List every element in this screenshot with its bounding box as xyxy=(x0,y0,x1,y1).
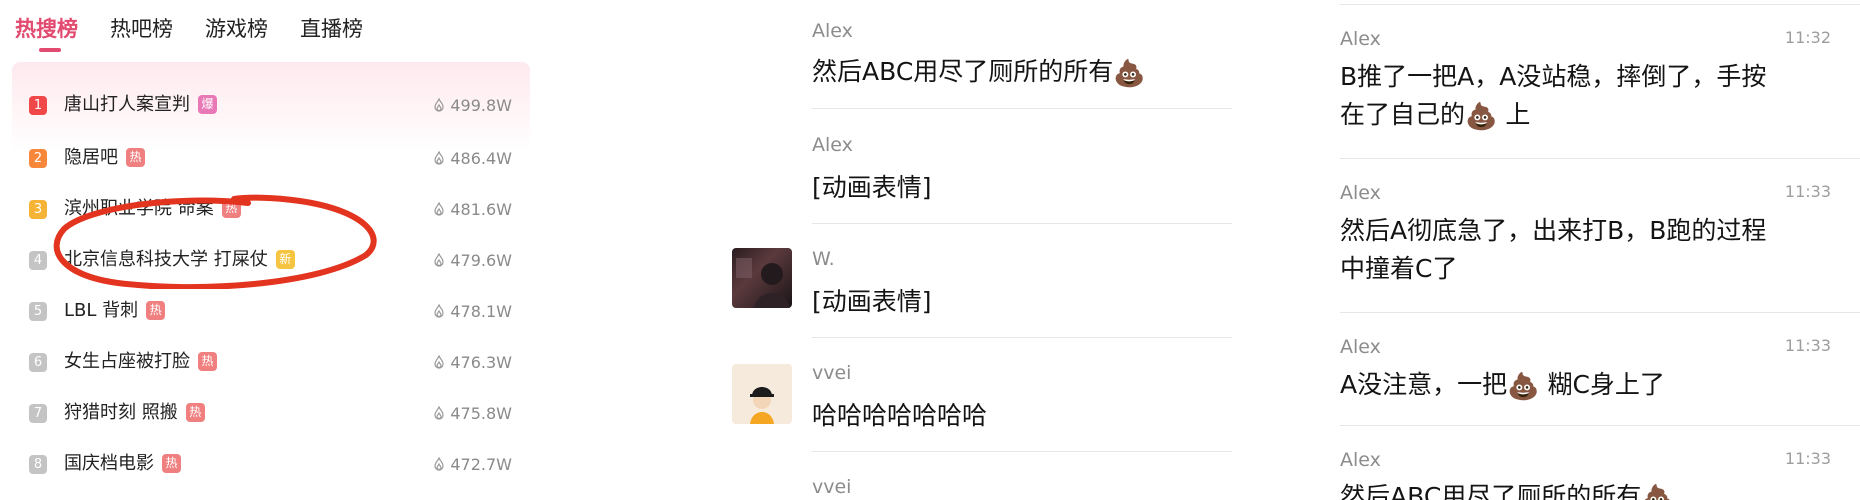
divider xyxy=(812,223,1232,224)
rank-badge: 4 xyxy=(29,250,47,270)
hot-tag-badge: 新 xyxy=(275,250,295,269)
rank-badge: 5 xyxy=(29,301,47,321)
heat-value: 481.6W xyxy=(433,200,512,219)
rank-badge: 7 xyxy=(29,403,47,423)
hot-title: 狩猎时刻 照搬热 xyxy=(64,401,205,425)
flame-icon xyxy=(434,253,444,267)
timestamp: 11:33 xyxy=(1784,449,1831,468)
message-text: 哈哈哈哈哈哈哈 xyxy=(812,401,988,430)
hot-title: LBL 背刺热 xyxy=(64,299,166,323)
flame-icon xyxy=(434,457,444,471)
heat-value: 475.8W xyxy=(433,404,512,423)
sender-name: Alex xyxy=(812,134,853,156)
message-text: 然后ABC用尽了厕所的所有💩 xyxy=(812,57,1146,89)
tab-live[interactable]: 直播榜 xyxy=(300,14,363,44)
hot-tag-badge: 热 xyxy=(198,352,217,371)
rank-badge: 8 xyxy=(29,454,47,474)
heat-value: 479.6W xyxy=(433,251,512,270)
hot-title: 唐山打人案宣判爆 xyxy=(64,93,217,117)
list-item[interactable]: 2 隐居吧热 486.4W xyxy=(0,138,530,178)
hot-title: 国庆档电影热 xyxy=(64,452,181,476)
hot-title: 北京信息科技大学 打屎仗新 xyxy=(64,248,295,272)
hot-tag-badge: 爆 xyxy=(198,95,217,114)
sender-name: Alex xyxy=(1340,336,1381,358)
divider xyxy=(1340,312,1860,313)
list-item[interactable]: 5 LBL 背刺热 478.1W xyxy=(0,291,530,331)
poop-emoji-icon: 💩 xyxy=(1507,372,1540,402)
tab-hot-bar[interactable]: 热吧榜 xyxy=(110,14,173,44)
message-text: [动画表情] xyxy=(812,173,932,202)
tab-hot-search[interactable]: 热搜榜 xyxy=(15,14,78,52)
message-text: [动画表情] xyxy=(812,287,932,316)
message-text: 然后A彻底急了，出来打B，B跑的过程 中撞着C了 xyxy=(1340,216,1767,283)
timestamp: 11:33 xyxy=(1784,336,1831,355)
message-text: B推了一把A，A没站稳，摔倒了，手按 在了自己的💩 上 xyxy=(1340,62,1767,132)
timestamp: 11:32 xyxy=(1784,28,1831,47)
sender-name: Alex xyxy=(1340,28,1381,50)
list-item[interactable]: 6 女生占座被打脸热 476.3W xyxy=(0,342,530,382)
avatar[interactable] xyxy=(732,248,792,308)
divider xyxy=(1340,4,1860,5)
message-text: A没注意，一把💩 糊C身上了 xyxy=(1340,370,1665,402)
message-text: 然后ABC用尽了厕所的所有💩 xyxy=(1340,478,1840,500)
sender-name: W. xyxy=(812,248,835,270)
heat-value: 472.7W xyxy=(433,455,512,474)
heat-value: 478.1W xyxy=(433,302,512,321)
hot-tag-badge: 热 xyxy=(146,301,166,320)
list-item[interactable]: 1 唐山打人案宣判爆 499.8W xyxy=(0,85,530,125)
hot-tag-badge: 热 xyxy=(185,403,205,422)
sender-name: Alex xyxy=(1340,449,1381,471)
chat-panel-right: Alex 11:32 B推了一把A，A没站稳，摔倒了，手按 在了自己的💩 上 A… xyxy=(1300,0,1860,500)
flame-icon xyxy=(434,304,444,318)
hot-title: 隐居吧热 xyxy=(64,146,145,170)
list-item[interactable]: 7 狩猎时刻 照搬热 475.8W xyxy=(0,393,530,433)
avatar[interactable] xyxy=(732,364,792,424)
rank-badge: 6 xyxy=(29,352,47,372)
poop-emoji-icon: 💩 xyxy=(1113,59,1146,89)
flame-icon xyxy=(434,355,444,369)
gutter xyxy=(1270,0,1300,500)
divider xyxy=(1340,425,1860,426)
sender-name: Alex xyxy=(1340,182,1381,204)
divider xyxy=(1340,158,1860,159)
hot-title: 女生占座被打脸热 xyxy=(64,350,217,374)
rank-badge: 1 xyxy=(29,95,47,115)
heat-value: 499.8W xyxy=(433,96,512,115)
flame-icon xyxy=(434,151,444,165)
gutter xyxy=(530,0,700,500)
rank-badge: 3 xyxy=(29,199,47,219)
chat-panel-middle: Alex 然后ABC用尽了厕所的所有💩 Alex [动画表情] W. [动画表情… xyxy=(700,0,1270,500)
divider xyxy=(812,108,1232,109)
heat-value: 486.4W xyxy=(433,149,512,168)
timestamp: 11:33 xyxy=(1784,182,1831,201)
flame-icon xyxy=(434,98,444,112)
flame-icon xyxy=(434,202,444,216)
list-item[interactable]: 3 滨州职业学院 命案热 481.6W xyxy=(0,189,530,229)
divider xyxy=(812,337,1232,338)
sender-name: vvei xyxy=(812,362,852,384)
rank-badge: 2 xyxy=(29,148,47,168)
list-item[interactable]: 8 国庆档电影热 472.7W xyxy=(0,444,530,484)
hot-tag-badge: 热 xyxy=(162,454,181,473)
hot-list-tabs: 热搜榜 热吧榜 游戏榜 直播榜 xyxy=(15,14,363,52)
flame-icon xyxy=(434,406,444,420)
hot-tag-badge: 热 xyxy=(221,199,241,218)
poop-emoji-icon: 💩 xyxy=(1641,484,1674,500)
list-item[interactable]: 4 北京信息科技大学 打屎仗新 479.6W xyxy=(0,240,530,280)
hot-list-panel: 热搜榜 热吧榜 游戏榜 直播榜 1 唐山打人案宣判爆 499.8W 2 隐居吧热… xyxy=(0,0,530,500)
poop-emoji-icon: 💩 xyxy=(1465,102,1498,132)
sender-name: vvei xyxy=(812,476,852,498)
hot-title: 滨州职业学院 命案热 xyxy=(64,197,241,221)
divider xyxy=(812,451,1232,452)
hot-tag-badge: 热 xyxy=(126,148,145,167)
sender-name: Alex xyxy=(812,20,853,42)
heat-value: 476.3W xyxy=(433,353,512,372)
tab-game[interactable]: 游戏榜 xyxy=(205,14,268,44)
